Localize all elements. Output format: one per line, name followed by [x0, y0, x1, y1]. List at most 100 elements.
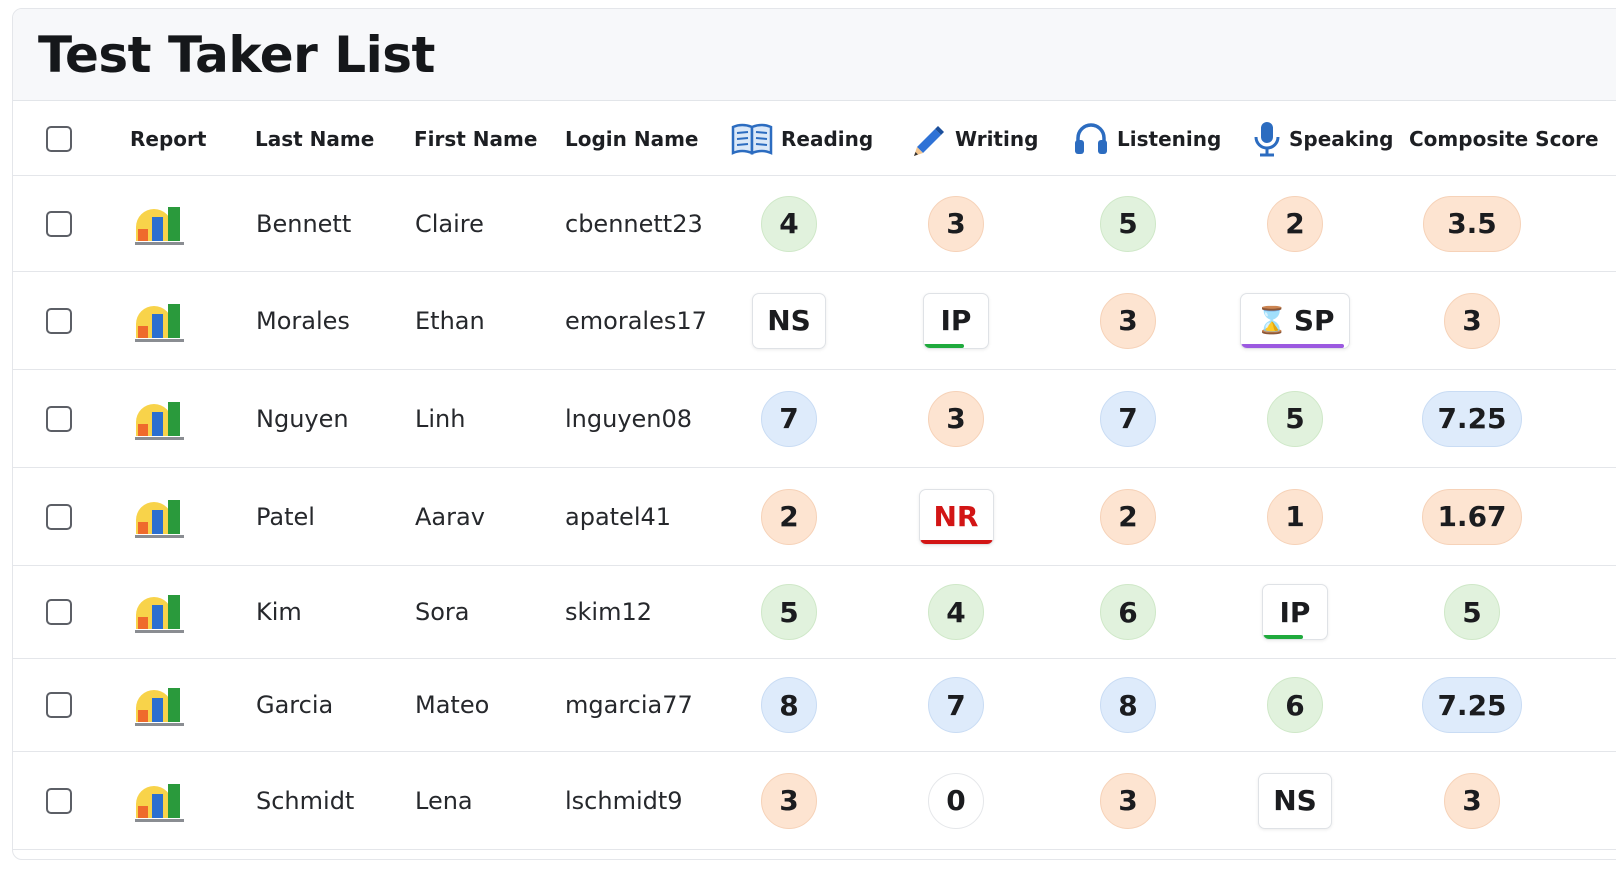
- listening-cell: 8: [1048, 659, 1208, 751]
- table-row: Morales Ethan emorales17 NS IP 3 ⌛ SP 3: [13, 272, 1616, 370]
- page-title: Test Taker List: [38, 25, 435, 84]
- writing-header-label: Writing: [955, 126, 1039, 151]
- speaking-cell: 6: [1215, 659, 1375, 751]
- bar-chart-icon: [135, 688, 184, 726]
- listening-score-badge[interactable]: 5: [1100, 195, 1156, 252]
- speaking-score-badge[interactable]: 5: [1267, 390, 1323, 447]
- writing-score-badge[interactable]: 4: [928, 584, 984, 640]
- speaking-score-badge[interactable]: 1: [1267, 488, 1323, 545]
- composite-score-badge[interactable]: 3.5: [1423, 195, 1521, 252]
- column-header-last-name[interactable]: Last Name: [255, 101, 374, 176]
- reading-cell: 3: [709, 752, 869, 849]
- composite-score-badge[interactable]: 3: [1444, 292, 1500, 349]
- table-header: Report Last Name First Name Login Name R…: [13, 101, 1616, 176]
- column-header-composite-score[interactable]: Composite Score: [1409, 101, 1599, 176]
- writing-score-badge[interactable]: 3: [928, 390, 984, 447]
- row-checkbox[interactable]: [46, 307, 72, 334]
- report-button[interactable]: [133, 272, 187, 369]
- composite-score-badge[interactable]: 7.25: [1422, 390, 1522, 447]
- reading-cell: 2: [709, 468, 869, 565]
- speaking-status-text: SP: [1293, 304, 1335, 337]
- writing-score-badge[interactable]: 0: [928, 772, 984, 829]
- login-name-cell: skim12: [565, 598, 652, 626]
- report-button[interactable]: [133, 752, 187, 849]
- column-header-report[interactable]: Report: [130, 101, 206, 176]
- row-checkbox[interactable]: [46, 787, 72, 814]
- row-select-cell: [46, 370, 72, 467]
- writing-score-badge[interactable]: 3: [928, 195, 984, 252]
- login-name-cell: cbennett23: [565, 209, 703, 238]
- table-row: Schmidt Lena lschmidt9 3 0 3 NS 3: [13, 752, 1616, 850]
- listening-score-badge[interactable]: 3: [1100, 772, 1156, 829]
- column-header-reading[interactable]: Reading: [731, 101, 873, 176]
- column-header-first-name[interactable]: First Name: [414, 101, 537, 176]
- row-checkbox[interactable]: [46, 210, 72, 237]
- column-header-login-name[interactable]: Login Name: [565, 101, 699, 176]
- column-header-writing[interactable]: Writing: [911, 101, 1038, 176]
- book-icon: [731, 123, 773, 155]
- writing-status-text: NR: [933, 500, 979, 533]
- composite-score-badge[interactable]: 5: [1444, 584, 1500, 640]
- row-select-cell: [46, 272, 72, 369]
- test-taker-card: Test Taker List Report Last Name First N…: [12, 8, 1616, 860]
- select-all-cell: [46, 101, 72, 176]
- report-button[interactable]: [133, 659, 187, 751]
- row-checkbox[interactable]: [46, 692, 72, 718]
- hourglass-icon: ⌛: [1255, 305, 1288, 336]
- row-checkbox[interactable]: [46, 599, 72, 625]
- writing-progress-bar: [924, 343, 964, 348]
- headphones-icon: [1075, 122, 1107, 154]
- reading-status-badge[interactable]: NS: [752, 292, 826, 349]
- speaking-status-badge[interactable]: ⌛ SP: [1240, 292, 1350, 349]
- reading-cell: 7: [709, 370, 869, 467]
- speaking-cell: 2: [1215, 176, 1375, 271]
- reading-score-badge[interactable]: 8: [761, 677, 817, 733]
- column-header-speaking[interactable]: Speaking: [1253, 101, 1394, 176]
- composite-score-badge[interactable]: 3: [1444, 772, 1500, 829]
- reading-score-badge[interactable]: 2: [761, 488, 817, 545]
- speaking-status-badge[interactable]: NS: [1258, 772, 1332, 829]
- listening-score-badge[interactable]: 6: [1100, 584, 1156, 640]
- writing-status-badge[interactable]: IP: [923, 292, 989, 349]
- login-name-cell: emorales17: [565, 306, 707, 335]
- speaking-cell: IP: [1215, 566, 1375, 658]
- writing-status-badge[interactable]: NR: [918, 488, 994, 545]
- report-button[interactable]: [133, 370, 187, 467]
- speaking-score-badge[interactable]: 6: [1267, 677, 1323, 733]
- composite-score-badge[interactable]: 1.67: [1422, 488, 1522, 545]
- listening-cell: 6: [1048, 566, 1208, 658]
- first-name-cell: Lena: [415, 786, 473, 815]
- reading-score-badge[interactable]: 7: [761, 390, 817, 447]
- report-button[interactable]: [133, 566, 187, 658]
- listening-score-badge[interactable]: 2: [1100, 488, 1156, 545]
- report-button[interactable]: [133, 176, 187, 271]
- listening-score-badge[interactable]: 3: [1100, 292, 1156, 349]
- speaking-status-badge[interactable]: IP: [1262, 584, 1328, 640]
- reading-score-badge[interactable]: 3: [761, 772, 817, 829]
- report-button[interactable]: [133, 468, 187, 565]
- table-row: Bennett Claire cbennett23 4 3 5 2 3.5: [13, 176, 1616, 272]
- table-row: Kim Sora skim12 5 4 6 IP 5: [13, 566, 1616, 659]
- speaking-cell: NS: [1215, 752, 1375, 849]
- listening-score-badge[interactable]: 7: [1100, 390, 1156, 447]
- listening-header-label: Listening: [1117, 126, 1222, 151]
- select-all-checkbox[interactable]: [46, 125, 72, 152]
- composite-cell: 7.25: [1392, 370, 1552, 467]
- writing-cell: 0: [876, 752, 1036, 849]
- speaking-score-badge[interactable]: 2: [1267, 195, 1323, 252]
- listening-score-badge[interactable]: 8: [1100, 677, 1156, 733]
- reading-cell: 8: [709, 659, 869, 751]
- composite-score-badge[interactable]: 7.25: [1422, 677, 1522, 733]
- listening-cell: 5: [1048, 176, 1208, 271]
- reading-score-badge[interactable]: 4: [761, 195, 817, 252]
- login-name-cell: mgarcia77: [565, 691, 693, 719]
- writing-score-badge[interactable]: 7: [928, 677, 984, 733]
- row-checkbox[interactable]: [46, 503, 72, 530]
- speaking-status-text: IP: [1279, 595, 1311, 629]
- reading-score-badge[interactable]: 5: [761, 584, 817, 640]
- row-checkbox[interactable]: [46, 405, 72, 432]
- listening-cell: 2: [1048, 468, 1208, 565]
- speaking-cell: 5: [1215, 370, 1375, 467]
- row-select-cell: [46, 659, 72, 751]
- column-header-listening[interactable]: Listening: [1073, 101, 1221, 176]
